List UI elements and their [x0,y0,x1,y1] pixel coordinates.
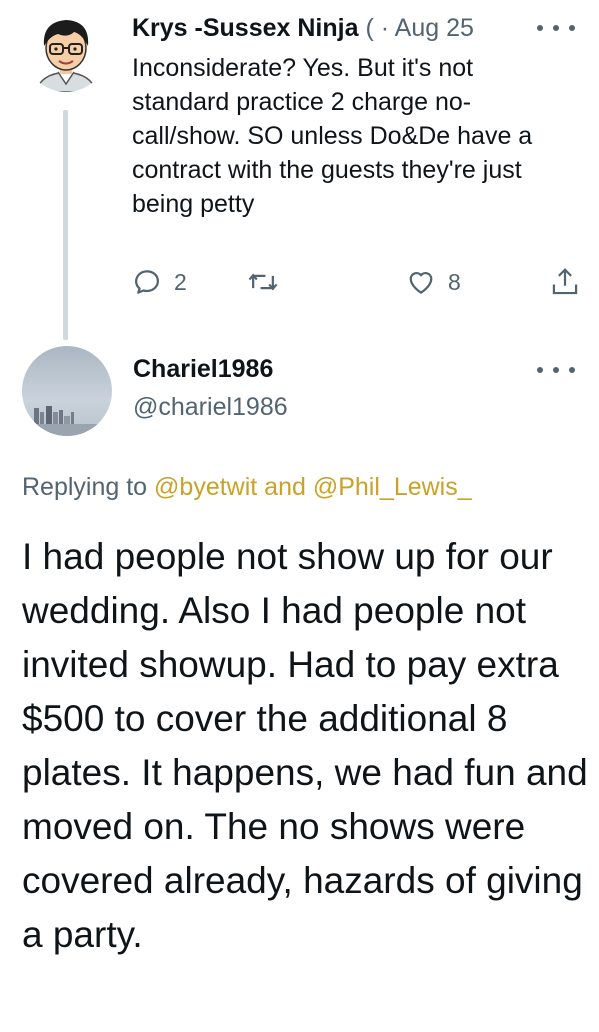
author-suffix: ( [365,14,374,42]
reply-tweet-text: Inconsiderate? Yes. But it's not standar… [132,54,533,218]
mention-link[interactable]: @byetwit [154,473,257,501]
like-count: 8 [448,268,461,295]
share-icon [552,268,578,295]
replying-prefix: Replying to [22,473,148,501]
mention-link[interactable]: @Phil_Lewis_ [313,473,472,501]
like-button[interactable]: 8 [406,262,461,302]
avatar-chariel[interactable] [22,346,112,436]
tweet-actions: 2 8 [132,262,587,302]
avatar-krys[interactable] [24,8,108,92]
main-tweet-text: I had people not show up for our wedding… [22,536,588,955]
reply-tweet[interactable]: Krys -Sussex Ninja ( · Aug 25 Inconsider… [0,0,599,340]
replying-and: and [264,473,306,501]
more-icon[interactable] [537,18,575,38]
meta-separator: · [380,14,390,42]
thread-connector-line [63,110,68,340]
tweet-date[interactable]: Aug 25 [395,14,474,42]
replying-to-line: Replying to @byetwit and @Phil_Lewis_ [22,470,472,504]
author-name[interactable]: Chariel1986 [133,352,273,386]
reply-tweet-header: Krys -Sussex Ninja ( · Aug 25 [132,12,552,44]
reply-icon [135,270,159,294]
author-name[interactable]: Krys -Sussex Ninja [132,14,359,42]
like-icon [409,271,433,294]
retweet-icon [248,273,278,291]
share-button[interactable] [550,262,580,302]
more-icon[interactable] [537,360,575,380]
retweet-button[interactable] [247,262,291,302]
reply-count: 2 [174,268,187,295]
author-handle[interactable]: @chariel1986 [133,390,288,424]
reply-button[interactable]: 2 [132,262,187,302]
